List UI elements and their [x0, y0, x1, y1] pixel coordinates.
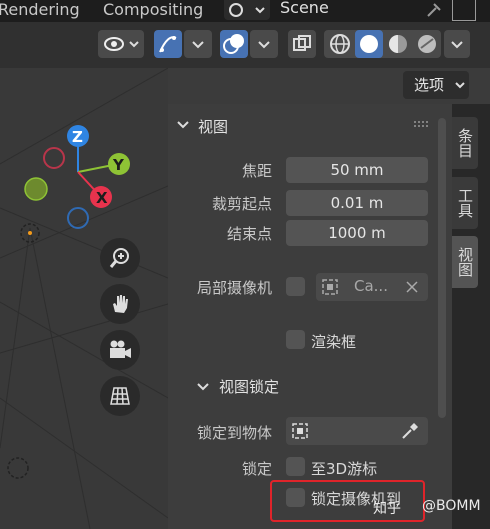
local-camera-checkbox[interactable] [286, 277, 305, 296]
new-scene-button[interactable] [452, 0, 476, 21]
pin-icon[interactable] [424, 0, 444, 24]
object-icon [292, 423, 308, 439]
close-icon[interactable] [406, 281, 418, 293]
hand-icon [113, 295, 128, 313]
workspace-tabs-bar: Rendering Compositing Scene [0, 0, 490, 22]
overlay-dropdown[interactable] [250, 30, 278, 58]
clip-start-label: 裁剪起点 [211, 195, 272, 213]
view-section-header[interactable]: 视图 [198, 116, 228, 137]
tab-tool[interactable]: 工具 [452, 177, 478, 229]
lock-to-object-field[interactable] [286, 417, 428, 445]
chevron-down-icon[interactable] [176, 118, 190, 132]
zoom-button[interactable] [100, 238, 140, 278]
y-axis-label: Y [112, 156, 125, 174]
chevron-down-icon [192, 41, 204, 49]
object-icon [322, 279, 338, 295]
watermark-site: 知乎 [373, 501, 401, 517]
eye-icon [104, 37, 139, 51]
chevron-down-icon [451, 41, 463, 49]
overlay-toggle[interactable] [220, 30, 248, 58]
navigation-gizmo[interactable]: Z Y X [20, 120, 145, 235]
clip-end-label: 结束点 [226, 225, 272, 243]
scene-icon [229, 3, 265, 17]
gizmo-dropdown[interactable] [184, 30, 212, 58]
rendered-sphere-icon [418, 35, 436, 53]
xray-icon [293, 35, 311, 51]
chevron-down-icon[interactable] [196, 380, 210, 394]
render-border-checkbox[interactable] [286, 330, 305, 349]
focal-length-field[interactable]: 50 mm [286, 157, 428, 183]
lock-to-3d-cursor-checkbox[interactable] [286, 457, 305, 476]
lock-to-3d-cursor-label: 至3D游标 [311, 460, 378, 478]
wireframe-sphere-icon [330, 34, 350, 54]
panel-scrollbar[interactable] [438, 118, 446, 418]
shading-dropdown[interactable] [444, 30, 470, 58]
overlay-icon [223, 34, 244, 54]
lock-label: 锁定 [241, 460, 272, 478]
solid-shading-button[interactable] [355, 30, 383, 58]
clip-end-field[interactable]: 1000 m [286, 220, 428, 246]
tab-view[interactable]: 视图 [452, 236, 478, 288]
eyedropper-icon[interactable] [400, 421, 420, 441]
wireframe-shading-button[interactable] [326, 30, 354, 58]
camera-icon [110, 340, 131, 358]
tab-rendering[interactable]: Rendering [0, 0, 80, 20]
pan-button[interactable] [100, 284, 140, 324]
local-camera-label: 局部摄像机 [196, 279, 272, 297]
options-dropdown[interactable]: 选项 [403, 71, 469, 99]
tab-compositing[interactable]: Compositing [103, 0, 203, 20]
gizmo-icon [159, 36, 177, 53]
grid-icon [110, 387, 130, 405]
render-border-label: 渲染框 [311, 333, 357, 351]
scene-selector[interactable] [224, 0, 270, 20]
clip-start-field[interactable]: 0.01 m [286, 190, 428, 216]
perspective-toggle-button[interactable] [100, 376, 140, 416]
scene-name[interactable]: Scene [280, 0, 329, 17]
gizmo-toggle[interactable] [154, 30, 182, 58]
options-label: 选项 [414, 76, 445, 94]
drag-handle-icon[interactable] [413, 120, 429, 128]
zoom-icon [109, 248, 129, 268]
xray-toggle[interactable] [288, 30, 316, 58]
chevron-down-icon [455, 82, 465, 89]
watermark-user: @BOMM [422, 498, 481, 514]
local-camera-field[interactable]: Ca... [316, 273, 428, 301]
lock-to-object-label: 锁定到物体 [196, 424, 272, 442]
focal-length-label: 焦距 [241, 162, 272, 180]
z-axis-label: Z [72, 128, 83, 146]
visibility-dropdown[interactable] [98, 30, 144, 58]
view-lock-section-header[interactable]: 视图锁定 [219, 376, 279, 397]
camera-view-button[interactable] [100, 330, 140, 370]
rendered-shading-button[interactable] [413, 30, 441, 58]
material-sphere-icon [389, 35, 407, 53]
material-shading-button[interactable] [384, 30, 412, 58]
local-camera-value: Ca... [354, 277, 388, 295]
chevron-down-icon [258, 41, 270, 49]
solid-sphere-icon [360, 35, 378, 53]
highlight-box [270, 480, 425, 522]
x-axis-label: X [96, 189, 108, 207]
tab-item[interactable]: 条目 [452, 117, 478, 169]
